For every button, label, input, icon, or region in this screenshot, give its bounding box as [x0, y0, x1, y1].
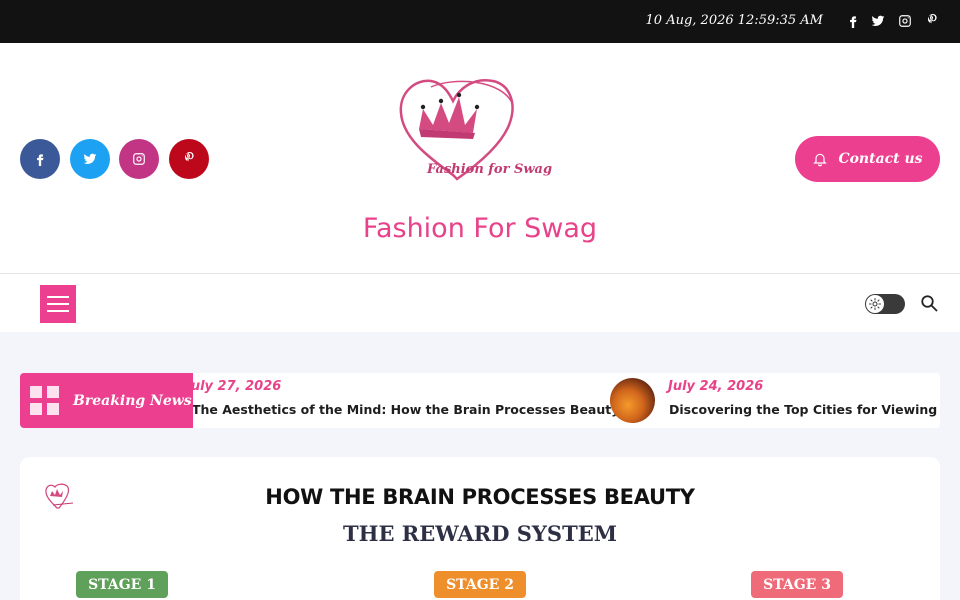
facebook-icon[interactable]	[20, 139, 60, 179]
news-item[interactable]: July 24, 2026 Discovering the Top Cities…	[610, 373, 940, 428]
contact-button[interactable]: Contact us	[795, 136, 940, 182]
news-date: July 27, 2026	[186, 379, 282, 394]
breaking-news-ticker: Breaking News July 27, 2026 The Aestheti…	[20, 373, 940, 428]
infographic-heading: HOW THE BRAIN PROCESSES BEAUTY	[265, 485, 695, 509]
site-header: Fashion for Swag Fashion For Swag Contac…	[0, 43, 960, 274]
site-title[interactable]: Fashion For Swag	[0, 213, 960, 244]
current-datetime: 10 Aug, 2026 12:59:35 AM	[645, 13, 823, 28]
facebook-icon[interactable]	[846, 13, 860, 28]
pinterest-icon[interactable]	[169, 139, 209, 179]
infographic-subheading: THE REWARD SYSTEM	[343, 521, 617, 546]
pinterest-icon[interactable]	[925, 13, 939, 27]
twitter-icon[interactable]	[871, 13, 885, 27]
news-date: July 24, 2026	[668, 379, 764, 394]
news-thumbnail	[610, 378, 655, 423]
stage-1-badge: STAGE 1	[76, 571, 168, 598]
breaking-news-title: Breaking News	[73, 392, 192, 409]
top-bar: 10 Aug, 2026 12:59:35 AM	[0, 0, 960, 43]
bell-icon	[813, 153, 828, 167]
news-headline: The Aesthetics of the Mind: How the Brai…	[192, 402, 620, 417]
grid-icon	[30, 386, 59, 415]
theme-toggle[interactable]	[865, 294, 905, 314]
featured-post-card[interactable]: HOW THE BRAIN PROCESSES BEAUTY THE REWAR…	[20, 457, 940, 600]
site-logo[interactable]: Fashion for Swag	[393, 75, 563, 190]
news-item[interactable]: July 27, 2026 The Aesthetics of the Mind…	[186, 373, 619, 428]
contact-label: Contact us	[838, 151, 923, 167]
instagram-icon[interactable]	[898, 13, 912, 27]
hamburger-icon[interactable]	[40, 285, 76, 323]
news-headline: Discovering the Top Cities for Viewing t…	[669, 402, 940, 417]
sun-icon	[869, 298, 881, 310]
nav-bar	[0, 274, 960, 332]
breaking-news-label: Breaking News	[20, 373, 193, 428]
stage-2-badge: STAGE 2	[434, 571, 526, 598]
twitter-icon[interactable]	[70, 139, 110, 179]
search-icon[interactable]	[920, 294, 938, 312]
stage-3-badge: STAGE 3	[751, 571, 843, 598]
instagram-icon[interactable]	[119, 139, 159, 179]
logo-text: Fashion for Swag	[426, 162, 552, 177]
